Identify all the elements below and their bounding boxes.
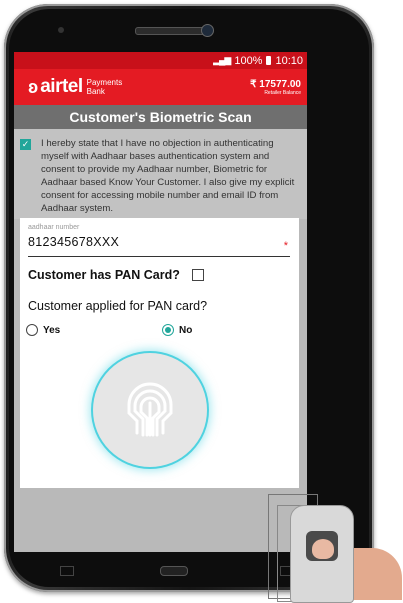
- radio-no-circle[interactable]: [162, 324, 174, 336]
- airtel-swirl-icon: ʚ: [28, 76, 39, 97]
- radio-yes-circle[interactable]: [26, 324, 38, 336]
- retailer-balance: ₹ 17577.00 Retailer Balance: [250, 79, 301, 96]
- radio-yes[interactable]: Yes: [26, 324, 60, 336]
- consent-text: I hereby state that I have no objection …: [41, 138, 295, 214]
- status-bar: ▂▄▆ 100% 10:10: [14, 52, 307, 69]
- battery-level: 100%: [234, 54, 263, 67]
- radio-no[interactable]: No: [162, 324, 192, 336]
- proximity-sensor: [58, 27, 64, 33]
- front-camera: [201, 24, 214, 37]
- aadhaar-placeholder: aadhaar number: [28, 224, 80, 231]
- consent-section: ✓ I hereby state that I have no objectio…: [14, 129, 307, 219]
- fingertip-image: [312, 539, 334, 559]
- pan-card-label: Customer has PAN Card?: [28, 268, 180, 282]
- page-title: Customer's Biometric Scan: [14, 105, 307, 129]
- app-header: ʚ airtel Payments Bank ₹ 17577.00 Retail…: [14, 69, 307, 105]
- airtel-logo: ʚ airtel Payments Bank: [28, 76, 123, 97]
- required-marker: *: [283, 240, 288, 252]
- app-screen: ▂▄▆ 100% 10:10 ʚ airtel Payments Bank ₹ …: [14, 52, 307, 552]
- applied-pan-label: Customer applied for PAN card?: [28, 299, 208, 313]
- home-button[interactable]: [160, 566, 188, 576]
- pan-card-row: Customer has PAN Card?: [28, 268, 204, 282]
- battery-icon: [266, 56, 272, 65]
- aadhaar-number-field[interactable]: aadhaar number 812345678XXX *: [28, 224, 290, 257]
- balance-label: Retailer Balance: [264, 89, 301, 96]
- biometric-scan-button[interactable]: [93, 353, 207, 467]
- radio-yes-label: Yes: [43, 324, 61, 336]
- customer-form: aadhaar number 812345678XXX * Customer h…: [20, 218, 299, 488]
- back-nav-button[interactable]: [60, 566, 74, 576]
- fingerprint-icon: [127, 382, 173, 437]
- pan-card-checkbox[interactable]: [191, 269, 204, 281]
- balance-amount: ₹ 17577.00: [250, 78, 301, 90]
- consent-checkbox[interactable]: ✓: [20, 139, 31, 150]
- clock: 10:10: [275, 54, 303, 67]
- radio-no-label: No: [179, 324, 193, 336]
- signal-icon: ▂▄▆: [213, 55, 231, 65]
- fingerprint-scanner-device: [290, 505, 354, 603]
- aadhaar-value: 812345678XXX: [28, 235, 120, 249]
